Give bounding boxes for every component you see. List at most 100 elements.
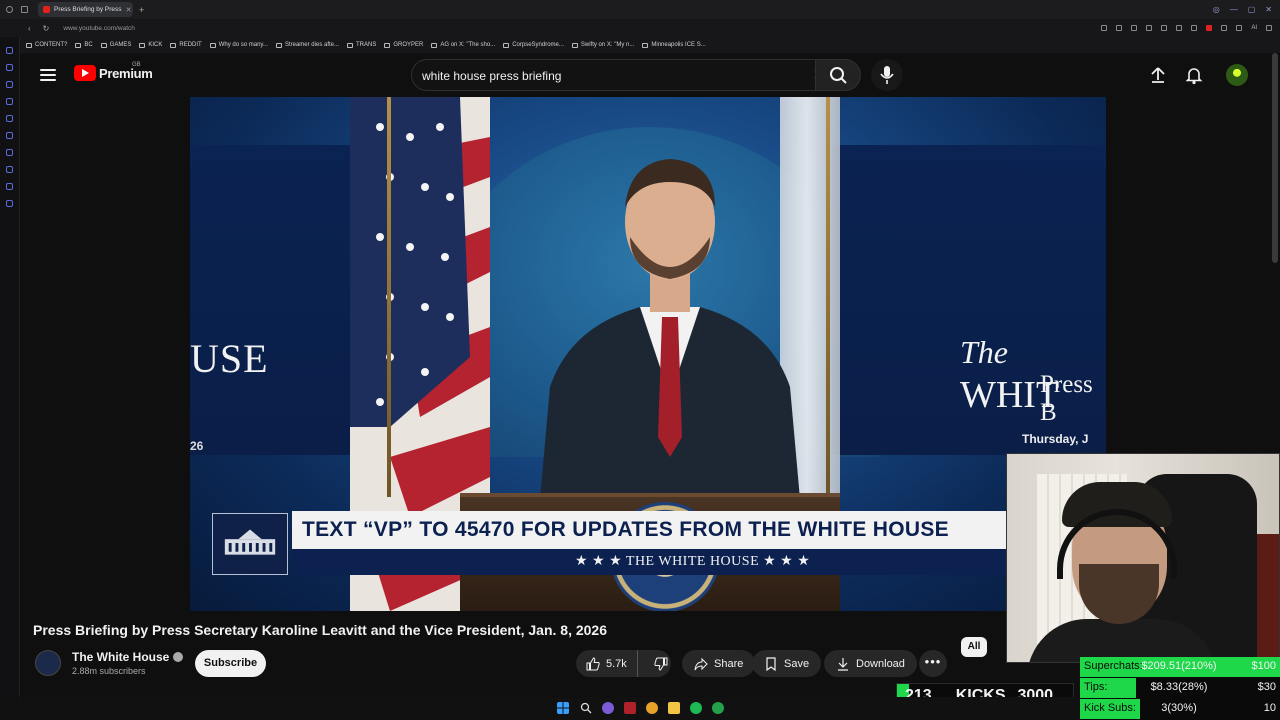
recording-icon[interactable] bbox=[1206, 25, 1213, 31]
extension-icon[interactable] bbox=[1161, 25, 1168, 31]
search-tabs-icon[interactable]: ◎ bbox=[1213, 5, 1220, 14]
chrome-icon[interactable] bbox=[646, 702, 658, 714]
panel-icon[interactable] bbox=[6, 132, 13, 139]
subscriber-count: 2.88m subscribers bbox=[72, 666, 146, 676]
translate-icon[interactable] bbox=[1116, 25, 1123, 31]
back-icon[interactable]: ‹ bbox=[28, 24, 31, 33]
upload-icon[interactable] bbox=[1147, 64, 1169, 86]
file-explorer-icon[interactable] bbox=[668, 702, 680, 714]
channel-name[interactable]: The White House bbox=[72, 650, 169, 664]
bookmark-item[interactable]: Streamer dies afte... bbox=[275, 42, 339, 48]
notifications-bell-icon[interactable] bbox=[1183, 64, 1205, 86]
like-button[interactable]: 5.7k bbox=[576, 650, 638, 677]
panel-icon[interactable] bbox=[6, 98, 13, 105]
window-controls: ◎ — ▢ ✕ bbox=[1213, 5, 1280, 14]
download-manager-icon[interactable] bbox=[1221, 25, 1228, 31]
maximize-icon[interactable]: ▢ bbox=[1248, 5, 1256, 14]
browser-logo-icon[interactable] bbox=[6, 6, 13, 13]
bookmark-item[interactable]: GAMES bbox=[100, 42, 131, 48]
app-icon-red[interactable] bbox=[624, 702, 636, 714]
youtube-premium-logo[interactable]: Premium bbox=[74, 65, 153, 81]
page-scrollbar[interactable] bbox=[1272, 53, 1278, 263]
download-button[interactable]: Download bbox=[824, 650, 917, 677]
folder-icon bbox=[100, 42, 107, 48]
lower-third-headline: TEXT “VP” TO 45470 FOR UPDATES FROM THE … bbox=[302, 518, 949, 541]
taskbar-search-icon[interactable] bbox=[580, 702, 592, 714]
nav-buttons: ‹ ↻ bbox=[0, 24, 49, 33]
zoom-icon[interactable] bbox=[1101, 25, 1108, 31]
press-briefing-sign-right: The WHIT Press B Thursday, J bbox=[830, 145, 1106, 455]
dislike-button[interactable] bbox=[644, 650, 678, 677]
tips-row: Tips: $8.33(28%) $30 bbox=[1080, 678, 1280, 698]
share-button[interactable]: Share bbox=[682, 650, 756, 677]
search-input[interactable]: white house press briefing bbox=[422, 69, 561, 83]
shield-icon[interactable] bbox=[1146, 25, 1153, 31]
bookmark-item[interactable]: CorpseSyndrome... bbox=[503, 42, 564, 48]
panel-icon[interactable] bbox=[6, 200, 13, 207]
channel-avatar[interactable] bbox=[35, 650, 61, 676]
download-label: Download bbox=[856, 657, 905, 670]
panel-icon[interactable] bbox=[6, 183, 13, 190]
tab-close-icon[interactable]: ✕ bbox=[126, 6, 132, 14]
new-tab-icon[interactable]: + bbox=[139, 5, 144, 15]
heart-icon[interactable] bbox=[1176, 25, 1183, 31]
thumbs-down-icon bbox=[654, 657, 668, 671]
bookmark-item[interactable]: CONTENT? bbox=[26, 42, 67, 48]
panel-icon[interactable] bbox=[6, 81, 13, 88]
panel-icon[interactable] bbox=[6, 149, 13, 156]
voice-search-button[interactable] bbox=[871, 59, 903, 91]
close-window-icon[interactable]: ✕ bbox=[1265, 5, 1272, 14]
spotify-icon[interactable] bbox=[690, 702, 702, 714]
bookmark-item[interactable]: TRANS bbox=[347, 42, 376, 48]
camera-icon[interactable] bbox=[1236, 25, 1243, 31]
discord-icon[interactable] bbox=[602, 702, 614, 714]
minimize-icon[interactable]: — bbox=[1230, 5, 1238, 14]
superchats-row: Superchats: $209.51(210%) $100 bbox=[1080, 657, 1280, 677]
bookmark-item[interactable]: AG on X: "The sho... bbox=[431, 42, 495, 48]
panel-icon[interactable] bbox=[6, 47, 13, 54]
play-icon[interactable] bbox=[1191, 25, 1198, 31]
browser-tab-bar: Press Briefing by Press ✕ + ◎ — ▢ ✕ bbox=[0, 0, 1280, 19]
windows-start-icon[interactable] bbox=[557, 702, 569, 714]
country-code: GB bbox=[132, 62, 141, 68]
menu-icon[interactable] bbox=[40, 69, 56, 81]
xbox-icon[interactable] bbox=[712, 702, 724, 714]
ai-button[interactable]: AI bbox=[1251, 25, 1257, 31]
sign-left-date: 26 bbox=[190, 439, 204, 453]
bookmark-item[interactable]: KICK bbox=[139, 42, 162, 48]
search-box[interactable]: white house press briefing ✕ bbox=[411, 59, 841, 91]
url-field[interactable]: www.youtube.com/watch bbox=[63, 25, 135, 32]
tips-label: Tips: bbox=[1084, 681, 1108, 693]
youtube-play-logo-icon bbox=[74, 65, 96, 81]
sidebar-toggle-icon[interactable] bbox=[21, 6, 28, 13]
superchats-value: $209.51(210%) bbox=[1141, 660, 1217, 672]
streamer-webcam-overlay bbox=[1006, 453, 1280, 663]
video-player[interactable]: USE 26 The WHIT Press B Thursday, J TEXT… bbox=[190, 97, 1106, 611]
donation-goals-widget: Superchats: $209.51(210%) $100 Tips: $8.… bbox=[1080, 657, 1280, 720]
filter-chip-all[interactable]: All bbox=[961, 637, 987, 657]
bookmark-item[interactable]: Minneapolis ICE S... bbox=[642, 42, 706, 48]
panel-icon[interactable] bbox=[6, 115, 13, 122]
channel-name-row[interactable]: The White House bbox=[72, 650, 184, 664]
bookmark-item[interactable]: Why do so many... bbox=[209, 42, 268, 48]
subscribe-button[interactable]: Subscribe bbox=[195, 650, 266, 677]
more-actions-button[interactable]: ••• bbox=[919, 650, 947, 677]
x-icon bbox=[571, 42, 578, 48]
bookmark-item[interactable]: REDDIT bbox=[170, 42, 202, 48]
reload-icon[interactable]: ↻ bbox=[43, 24, 50, 33]
bookmark-item[interactable]: Swifty on X: "My n... bbox=[571, 42, 634, 48]
bookmark-item[interactable]: BC bbox=[75, 42, 93, 48]
white-house-thumbnail-icon bbox=[212, 513, 288, 575]
account-avatar[interactable] bbox=[1226, 64, 1248, 86]
save-button[interactable]: Save bbox=[752, 650, 822, 677]
bookmark-page-icon[interactable] bbox=[1131, 25, 1138, 31]
search-button[interactable] bbox=[815, 59, 861, 91]
tab-active[interactable]: Press Briefing by Press ✕ bbox=[38, 2, 133, 17]
profile-icon[interactable] bbox=[1266, 25, 1272, 31]
sign-right-subtitle: Press B bbox=[1040, 371, 1093, 426]
panel-icon[interactable] bbox=[6, 166, 13, 173]
kick-subs-row: Kick Subs: 3(30%) 10 bbox=[1080, 699, 1280, 719]
bookmark-item[interactable]: GROYPER bbox=[384, 42, 423, 48]
panel-icon[interactable] bbox=[6, 64, 13, 71]
youtube-favicon-icon bbox=[43, 6, 50, 13]
